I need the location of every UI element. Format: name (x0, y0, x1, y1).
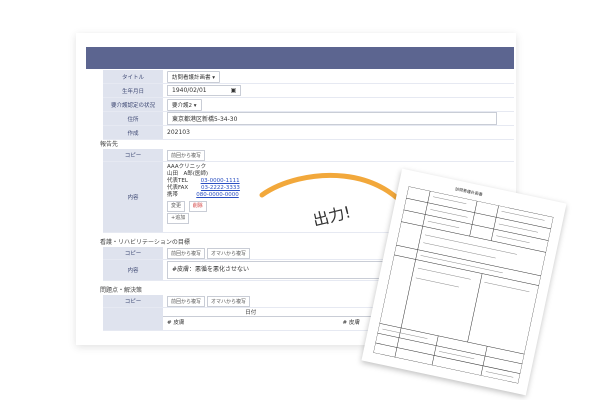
sheet-form-lines (373, 186, 554, 384)
output-label: 出力! (311, 202, 353, 230)
